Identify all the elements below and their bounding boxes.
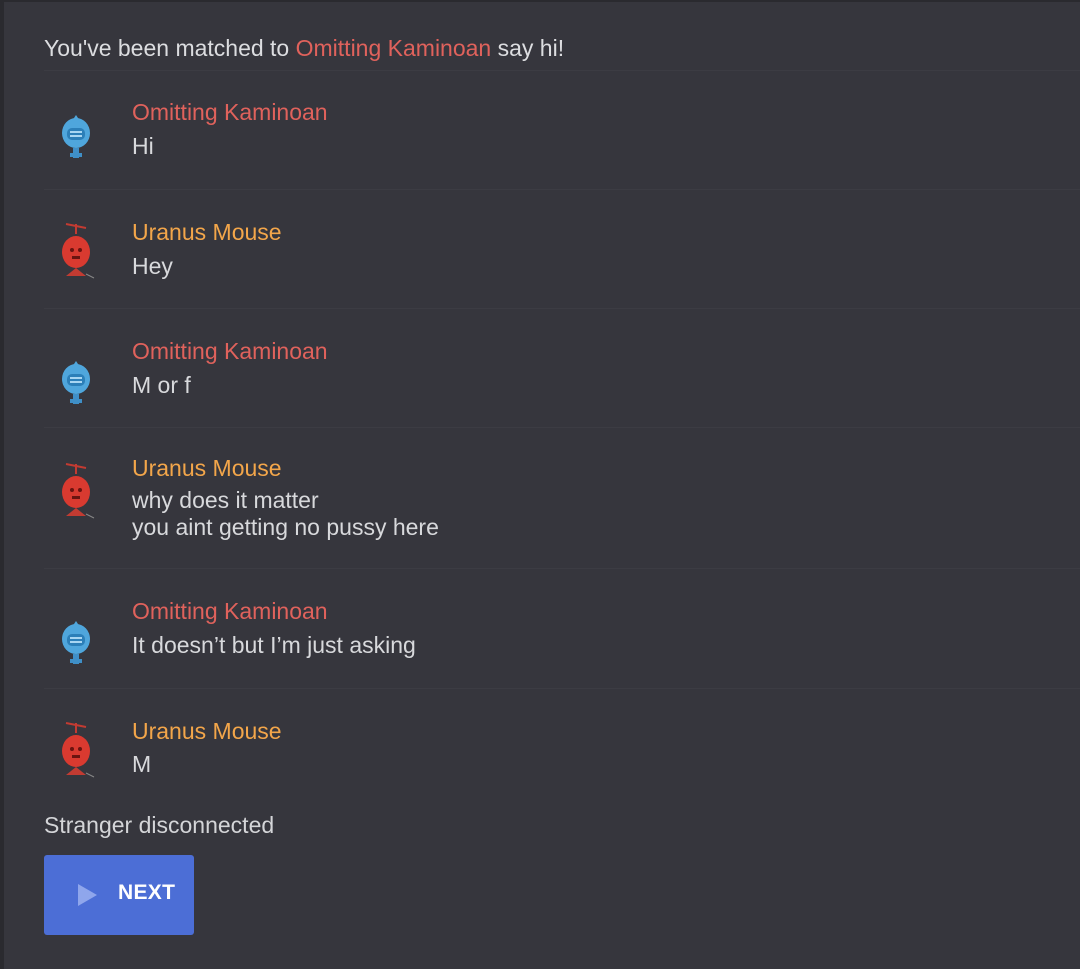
blue-robot-avatar-icon	[54, 347, 98, 411]
message-row: Omitting Kaminoan Hi	[44, 71, 1080, 190]
match-notice: You've been matched to Omitting Kaminoan…	[44, 35, 564, 62]
blue-robot-avatar-icon	[54, 607, 98, 671]
next-button[interactable]: NEXT	[44, 855, 194, 935]
match-prefix: You've been matched to	[44, 35, 290, 61]
play-icon	[78, 884, 97, 906]
message-text: Hi	[132, 133, 154, 159]
message-author: Uranus Mouse	[132, 455, 282, 481]
message-row: Uranus Mouse why does it matter you aint…	[44, 428, 1080, 569]
message-row: Omitting Kaminoan M or f	[44, 309, 1080, 428]
message-row: Uranus Mouse Hey	[44, 190, 1080, 309]
next-button-label: NEXT	[118, 881, 176, 904]
message-text: M or f	[132, 372, 191, 398]
message-text: Hey	[132, 253, 173, 279]
match-stranger-name: Omitting Kaminoan	[295, 35, 492, 61]
message-author: Omitting Kaminoan	[132, 598, 328, 624]
red-robot-avatar-icon	[54, 458, 98, 522]
message-author: Omitting Kaminoan	[132, 338, 328, 364]
message-text: why does it matter	[132, 487, 319, 513]
chat-window: You've been matched to Omitting Kaminoan…	[0, 0, 1080, 969]
message-row: Uranus Mouse M	[44, 689, 1080, 799]
red-robot-avatar-icon	[54, 218, 98, 282]
message-author: Uranus Mouse	[132, 219, 282, 245]
message-text: It doesn’t but I’m just asking	[132, 632, 416, 658]
match-suffix: say hi!	[497, 35, 565, 61]
message-text: M	[132, 751, 152, 777]
message-author: Uranus Mouse	[132, 718, 282, 744]
red-robot-avatar-icon	[54, 717, 98, 781]
message-text: you aint getting no pussy here	[132, 514, 439, 540]
status-text: Stranger disconnected	[44, 812, 275, 838]
blue-robot-avatar-icon	[54, 101, 98, 165]
message-author: Omitting Kaminoan	[132, 99, 328, 125]
message-row: Omitting Kaminoan It doesn’t but I’m jus…	[44, 569, 1080, 689]
